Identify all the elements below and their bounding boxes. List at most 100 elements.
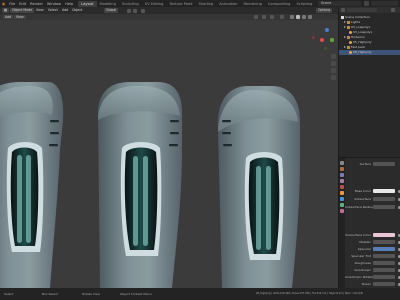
collection-icon: [341, 15, 344, 19]
view-menu[interactable]: View: [34, 8, 46, 13]
xray-icon[interactable]: [280, 15, 284, 19]
prop-row-subsurface-radius[interactable]: Subsurface Radius: [345, 204, 400, 210]
orientation-dropdown[interactable]: Global: [104, 8, 119, 13]
gizmo-neg-y-icon[interactable]: [324, 47, 327, 50]
gizmo-y-icon[interactable]: [330, 38, 334, 42]
solid-shading-icon[interactable]: [296, 15, 300, 19]
gizmo-x-icon[interactable]: [320, 38, 324, 42]
prop-row-sheen[interactable]: Sheen: [345, 281, 400, 287]
pivot-icon[interactable]: [127, 8, 131, 13]
subsurface-color-swatch[interactable]: [373, 233, 395, 237]
car-model-left[interactable]: [0, 82, 64, 288]
subsurface-field[interactable]: [373, 197, 395, 201]
menu-help[interactable]: Help: [63, 2, 75, 6]
car-model-right[interactable]: [217, 86, 300, 288]
status-context-menu: Object Context Menu: [120, 292, 152, 296]
anisotropic-rotation-field[interactable]: [373, 275, 395, 279]
expand-icon[interactable]: [344, 36, 346, 38]
visibility-icon[interactable]: [254, 15, 258, 19]
prop-row-subsurface-color[interactable]: Subsurface Color: [345, 232, 400, 238]
menu-window[interactable]: Window: [45, 2, 63, 6]
mesh-object-icon: [349, 40, 352, 44]
expand-icon[interactable]: [344, 26, 346, 28]
sheen-field[interactable]: [373, 282, 395, 286]
material-shading-icon[interactable]: [302, 15, 306, 19]
collection-icon: [347, 45, 350, 49]
car-model-center[interactable]: [98, 82, 182, 288]
view-layer-field[interactable]: [371, 1, 398, 6]
outliner-editor-icon[interactable]: [341, 8, 345, 12]
rendered-shading-icon[interactable]: [308, 15, 312, 19]
pan-icon[interactable]: [331, 61, 336, 66]
add-menu[interactable]: Add: [60, 8, 70, 13]
scene-tab-icon[interactable]: [340, 179, 344, 183]
options-dropdown[interactable]: Options: [316, 8, 333, 13]
filter-icon[interactable]: [391, 8, 395, 12]
perspective-toggle-icon[interactable]: [331, 75, 336, 80]
prop-row-metallic[interactable]: Metallic: [345, 239, 400, 245]
specular-tint-field[interactable]: [373, 254, 395, 258]
gizmo-neg-x-icon[interactable]: [312, 36, 315, 39]
object-mode-dropdown[interactable]: Object Mode: [10, 8, 35, 13]
modifier-tab-icon[interactable]: [340, 197, 344, 201]
expand-icon[interactable]: [344, 21, 346, 23]
prop-row-anisotropic-rotation[interactable]: Anisotropic Rotation: [345, 274, 400, 280]
tab-sculpting[interactable]: Sculpting: [119, 1, 142, 7]
wireframe-shading-icon[interactable]: [290, 15, 294, 19]
tab-texture-paint[interactable]: Texture Paint: [166, 1, 195, 7]
anisotropic-field[interactable]: [373, 268, 395, 272]
tab-shading[interactable]: Shading: [196, 1, 217, 7]
tab-modeling[interactable]: Modeling: [97, 1, 119, 7]
view-tool-button[interactable]: View: [14, 14, 26, 19]
expand-icon[interactable]: [344, 46, 346, 48]
surface-shader-field[interactable]: [373, 162, 395, 166]
roughness-field[interactable]: [373, 261, 395, 265]
menu-file[interactable]: File: [7, 2, 17, 6]
prop-row-anisotropic[interactable]: Anisotropic: [345, 267, 400, 273]
editor-type-button[interactable]: ▦: [2, 8, 10, 13]
object-menu[interactable]: Object: [70, 8, 84, 13]
prop-row-surface[interactable]: Surface: [345, 161, 400, 167]
outliner-row-highpoly-08[interactable]: 08_Highpoly: [339, 50, 400, 55]
snap-icon[interactable]: [133, 8, 137, 13]
add-tool-button[interactable]: Add: [3, 14, 14, 19]
prop-row-base-color[interactable]: Base Color: [345, 188, 400, 194]
gizmo-z-icon[interactable]: [325, 28, 329, 32]
tab-uv-editing[interactable]: UV Editing: [142, 1, 167, 7]
camera-view-icon[interactable]: [331, 68, 336, 73]
gizmo-toggle-icon[interactable]: [262, 15, 266, 19]
zoom-icon[interactable]: [331, 54, 336, 59]
base-color-swatch[interactable]: [373, 189, 395, 193]
outliner-search-input[interactable]: [347, 8, 377, 12]
select-menu[interactable]: Select: [46, 8, 60, 13]
object-tab-icon[interactable]: [340, 191, 344, 195]
prop-row-subsurface[interactable]: Subsurface: [345, 196, 400, 202]
render-tab-icon[interactable]: [340, 167, 344, 171]
tab-compositing[interactable]: Compositing: [265, 1, 294, 7]
data-tab-icon[interactable]: [340, 203, 344, 207]
overlays-icon[interactable]: [270, 15, 274, 19]
blender-logo-icon[interactable]: ◉: [0, 2, 7, 6]
collection-icon: [347, 35, 350, 39]
prop-row-specular-tint[interactable]: Specular Tint: [345, 253, 400, 259]
specular-slider[interactable]: [373, 247, 395, 251]
3d-viewport[interactable]: [0, 20, 338, 288]
prop-row-specular[interactable]: Specular: [345, 246, 400, 252]
scene-selector[interactable]: Scene: [318, 1, 361, 6]
menu-render[interactable]: Render: [28, 2, 45, 6]
subsurface-radius-field[interactable]: [373, 205, 395, 209]
tab-rendering[interactable]: Rendering: [241, 1, 265, 7]
menu-edit[interactable]: Edit: [17, 2, 28, 6]
world-tab-icon[interactable]: [340, 185, 344, 189]
mesh-object-icon: [349, 50, 352, 54]
metallic-field[interactable]: [373, 240, 395, 244]
material-tab-icon[interactable]: [340, 209, 344, 213]
prop-row-roughness[interactable]: Roughness: [345, 260, 400, 266]
tool-tab-icon[interactable]: [340, 161, 344, 165]
tab-layout[interactable]: Layout: [78, 0, 97, 7]
proportional-edit-icon[interactable]: [141, 8, 145, 13]
output-tab-icon[interactable]: [340, 173, 344, 177]
view-layer-icon[interactable]: [364, 1, 369, 6]
tab-animation[interactable]: Animation: [216, 1, 240, 7]
tab-scripting[interactable]: Scripting: [293, 1, 315, 7]
